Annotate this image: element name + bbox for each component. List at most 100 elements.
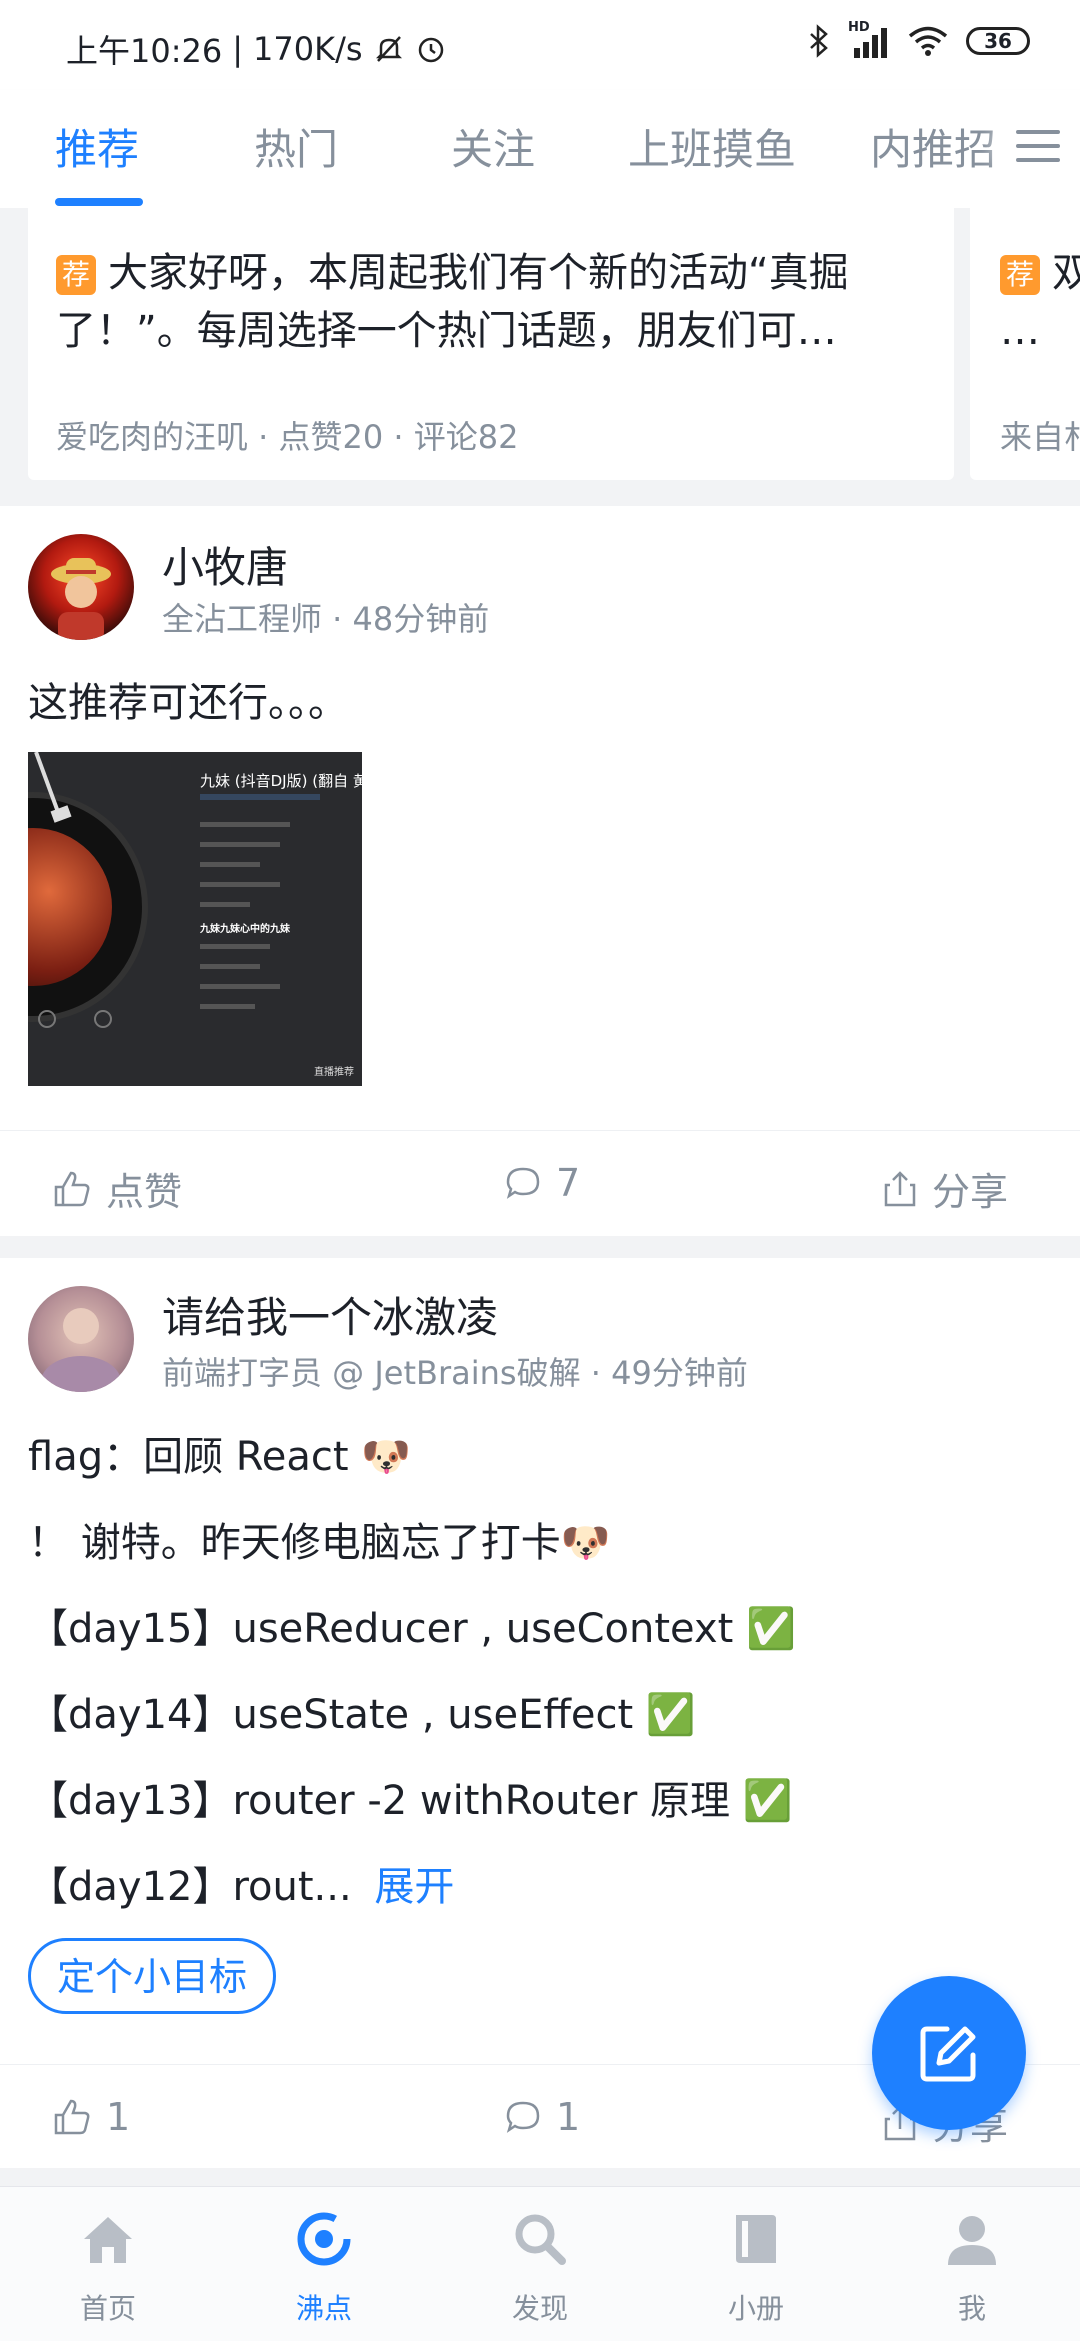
lyric-line <box>200 882 280 887</box>
signal-icon: HD <box>848 20 890 58</box>
wifi-icon <box>908 26 948 56</box>
truncated-text: 【day12】rout... <box>28 1864 352 1910</box>
tab-bar: 推荐 热门 关注 上班摸鱼 内推招 <box>0 90 1080 208</box>
image-footer: 直播推荐 <box>314 1067 354 1078</box>
comment-count: 7 <box>556 1161 581 1205</box>
recommend-tag: 荐 <box>1000 255 1040 295</box>
nav-booklet[interactable]: 小册 <box>648 2187 864 2341</box>
status-bar: 上午10:26 | 170K/s HD 36 <box>0 0 1080 90</box>
post-image[interactable]: 九妹 (抖音DJ版) (翻自 黄鹤 九妹九妹心中的九妹 直播推荐 <box>28 752 362 1086</box>
nav-label: 发现 <box>511 2292 568 2325</box>
tab-recommend[interactable]: 推荐 <box>55 116 139 177</box>
compose-button[interactable] <box>872 1976 1026 2130</box>
post-line: 【day15】useReducer , useContext ✅ <box>28 1606 796 1652</box>
status-right: HD 36 <box>808 20 1030 58</box>
tab-slacking[interactable]: 上班摸鱼 <box>628 116 796 177</box>
expand-link[interactable]: 展开 <box>374 1864 454 1910</box>
like-count: 1 <box>106 2095 131 2139</box>
post-line: flag：回顾 React 🐶 <box>28 1434 412 1480</box>
nav-label: 首页 <box>79 2292 136 2325</box>
tab-hot[interactable]: 热门 <box>254 116 338 177</box>
pinned-card[interactable]: 荐双 … 来自朴 <box>970 208 1080 480</box>
pinned-card-ellipsis: … <box>1000 308 1040 354</box>
pinned-carousel: 荐大家好呀，本周起我们有个新的活动“真掘了！”。每周选择一个热门话题，朋友们可…… <box>0 208 1080 484</box>
recommend-tag: 荐 <box>56 255 96 295</box>
pinned-card-content: 双 <box>1052 250 1080 296</box>
comment-icon <box>506 2101 540 2133</box>
edit-icon <box>920 2026 976 2082</box>
song-title: 九妹 (抖音DJ版) (翻自 黄鹤 <box>200 772 362 790</box>
post-card: 小牧唐 全沾工程师 · 48分钟前 这推荐可还行。。。 九妹 (抖音DJ版) (… <box>0 506 1080 1236</box>
comment-button[interactable]: 1 <box>504 2095 580 2139</box>
share-icon <box>884 1170 916 1206</box>
author-meta: 全沾工程师 · 48分钟前 <box>162 600 490 638</box>
like-label: 点赞 <box>106 1170 183 1214</box>
menu-icon[interactable] <box>1016 130 1060 164</box>
post-line: 【day14】useState , useEffect ✅ <box>28 1692 696 1738</box>
lyric-line <box>200 1004 255 1009</box>
status-separator: | <box>232 30 244 68</box>
lyric-highlight: 九妹九妹心中的九妹 <box>200 924 290 935</box>
lyric-line <box>200 822 290 827</box>
status-left: 上午10:26 | 170K/s <box>66 26 447 72</box>
pinned-card-text: 荐双 … <box>1000 244 1080 360</box>
lyric-line <box>200 902 250 907</box>
thumb-up-icon <box>54 1171 90 1206</box>
author-name[interactable]: 请给我一个冰激凌 <box>162 1284 498 1345</box>
status-net-speed: 170K/s <box>253 30 363 68</box>
share-label: 分享 <box>932 1170 1009 1214</box>
pinned-card-meta: 来自朴 <box>1000 418 1080 456</box>
nav-home[interactable]: 首页 <box>0 2187 216 2341</box>
comment-icon <box>506 1167 540 1199</box>
pins-icon <box>297 2212 351 2266</box>
pinned-card[interactable]: 荐大家好呀，本周起我们有个新的活动“真掘了！”。每周选择一个热门话题，朋友们可…… <box>28 208 954 480</box>
user-icon <box>948 2216 996 2265</box>
avatar[interactable] <box>28 534 134 640</box>
lyric-line <box>200 984 280 989</box>
nav-me[interactable]: 我 <box>864 2187 1080 2341</box>
like-button[interactable]: 1 <box>52 2095 130 2139</box>
thumb-up-icon <box>54 2099 90 2135</box>
post-line: 【day13】router -2 withRouter 原理 ✅ <box>28 1778 793 1824</box>
topic-tag-button[interactable]: 定个小目标 <box>28 1938 277 2014</box>
share-button[interactable]: 分享 <box>882 1161 1008 1216</box>
pinned-card-text: 荐大家好呀，本周起我们有个新的活动“真掘了！”。每周选择一个热门话题，朋友们可… <box>56 244 956 360</box>
author-name[interactable]: 小牧唐 <box>162 534 288 595</box>
tab-referral[interactable]: 内推招 <box>870 116 996 177</box>
mute-bell-icon <box>375 36 402 62</box>
home-icon <box>84 2217 132 2263</box>
search-icon <box>515 2214 566 2265</box>
player-control-icon <box>38 1010 56 1028</box>
tonearm-icon <box>34 752 72 823</box>
book-icon <box>736 2215 776 2263</box>
lyric-line <box>200 944 270 949</box>
nav-label: 小册 <box>727 2292 784 2325</box>
author-meta: 前端打字员 @ JetBrains破解 · 49分钟前 <box>162 1354 748 1392</box>
pinned-card-content: 大家好呀，本周起我们有个新的活动“真掘了！”。每周选择一个热门话题，朋友们可… <box>56 250 849 354</box>
bluetooth-icon <box>810 24 828 58</box>
lyric-line <box>200 862 260 867</box>
song-subtitle-bar <box>200 794 320 800</box>
bottom-nav: 首页 沸点 发现 小册 我 <box>0 2186 1080 2341</box>
action-bar: 点赞 7 分享 <box>0 1130 1080 1237</box>
nav-discover[interactable]: 发现 <box>432 2187 648 2341</box>
post-line-truncated: 【day12】rout... 展开 <box>28 1854 454 1912</box>
battery-indicator: 36 <box>966 27 1030 55</box>
player-control-icon <box>94 1010 112 1028</box>
post-content: 这推荐可还行。。。 <box>28 680 348 726</box>
comment-count: 1 <box>556 2095 581 2139</box>
pinned-card-meta: 爱吃肉的汪叽 · 点赞20 · 评论82 <box>56 418 519 456</box>
nav-label: 我 <box>957 2292 986 2325</box>
alarm-icon <box>418 37 443 63</box>
like-button[interactable]: 点赞 <box>52 1161 182 1216</box>
post-line: ！ 谢特。昨天修电脑忘了打卡🐶 <box>28 1520 611 1566</box>
lyric-line <box>200 842 280 847</box>
nav-label: 沸点 <box>295 2292 352 2325</box>
nav-pins[interactable]: 沸点 <box>216 2187 432 2341</box>
status-time: 上午10:26 <box>66 32 223 70</box>
active-tab-indicator <box>55 198 143 206</box>
lyric-line <box>200 964 260 969</box>
avatar[interactable] <box>28 1286 134 1392</box>
tab-following[interactable]: 关注 <box>451 116 535 177</box>
comment-button[interactable]: 7 <box>504 1161 580 1205</box>
